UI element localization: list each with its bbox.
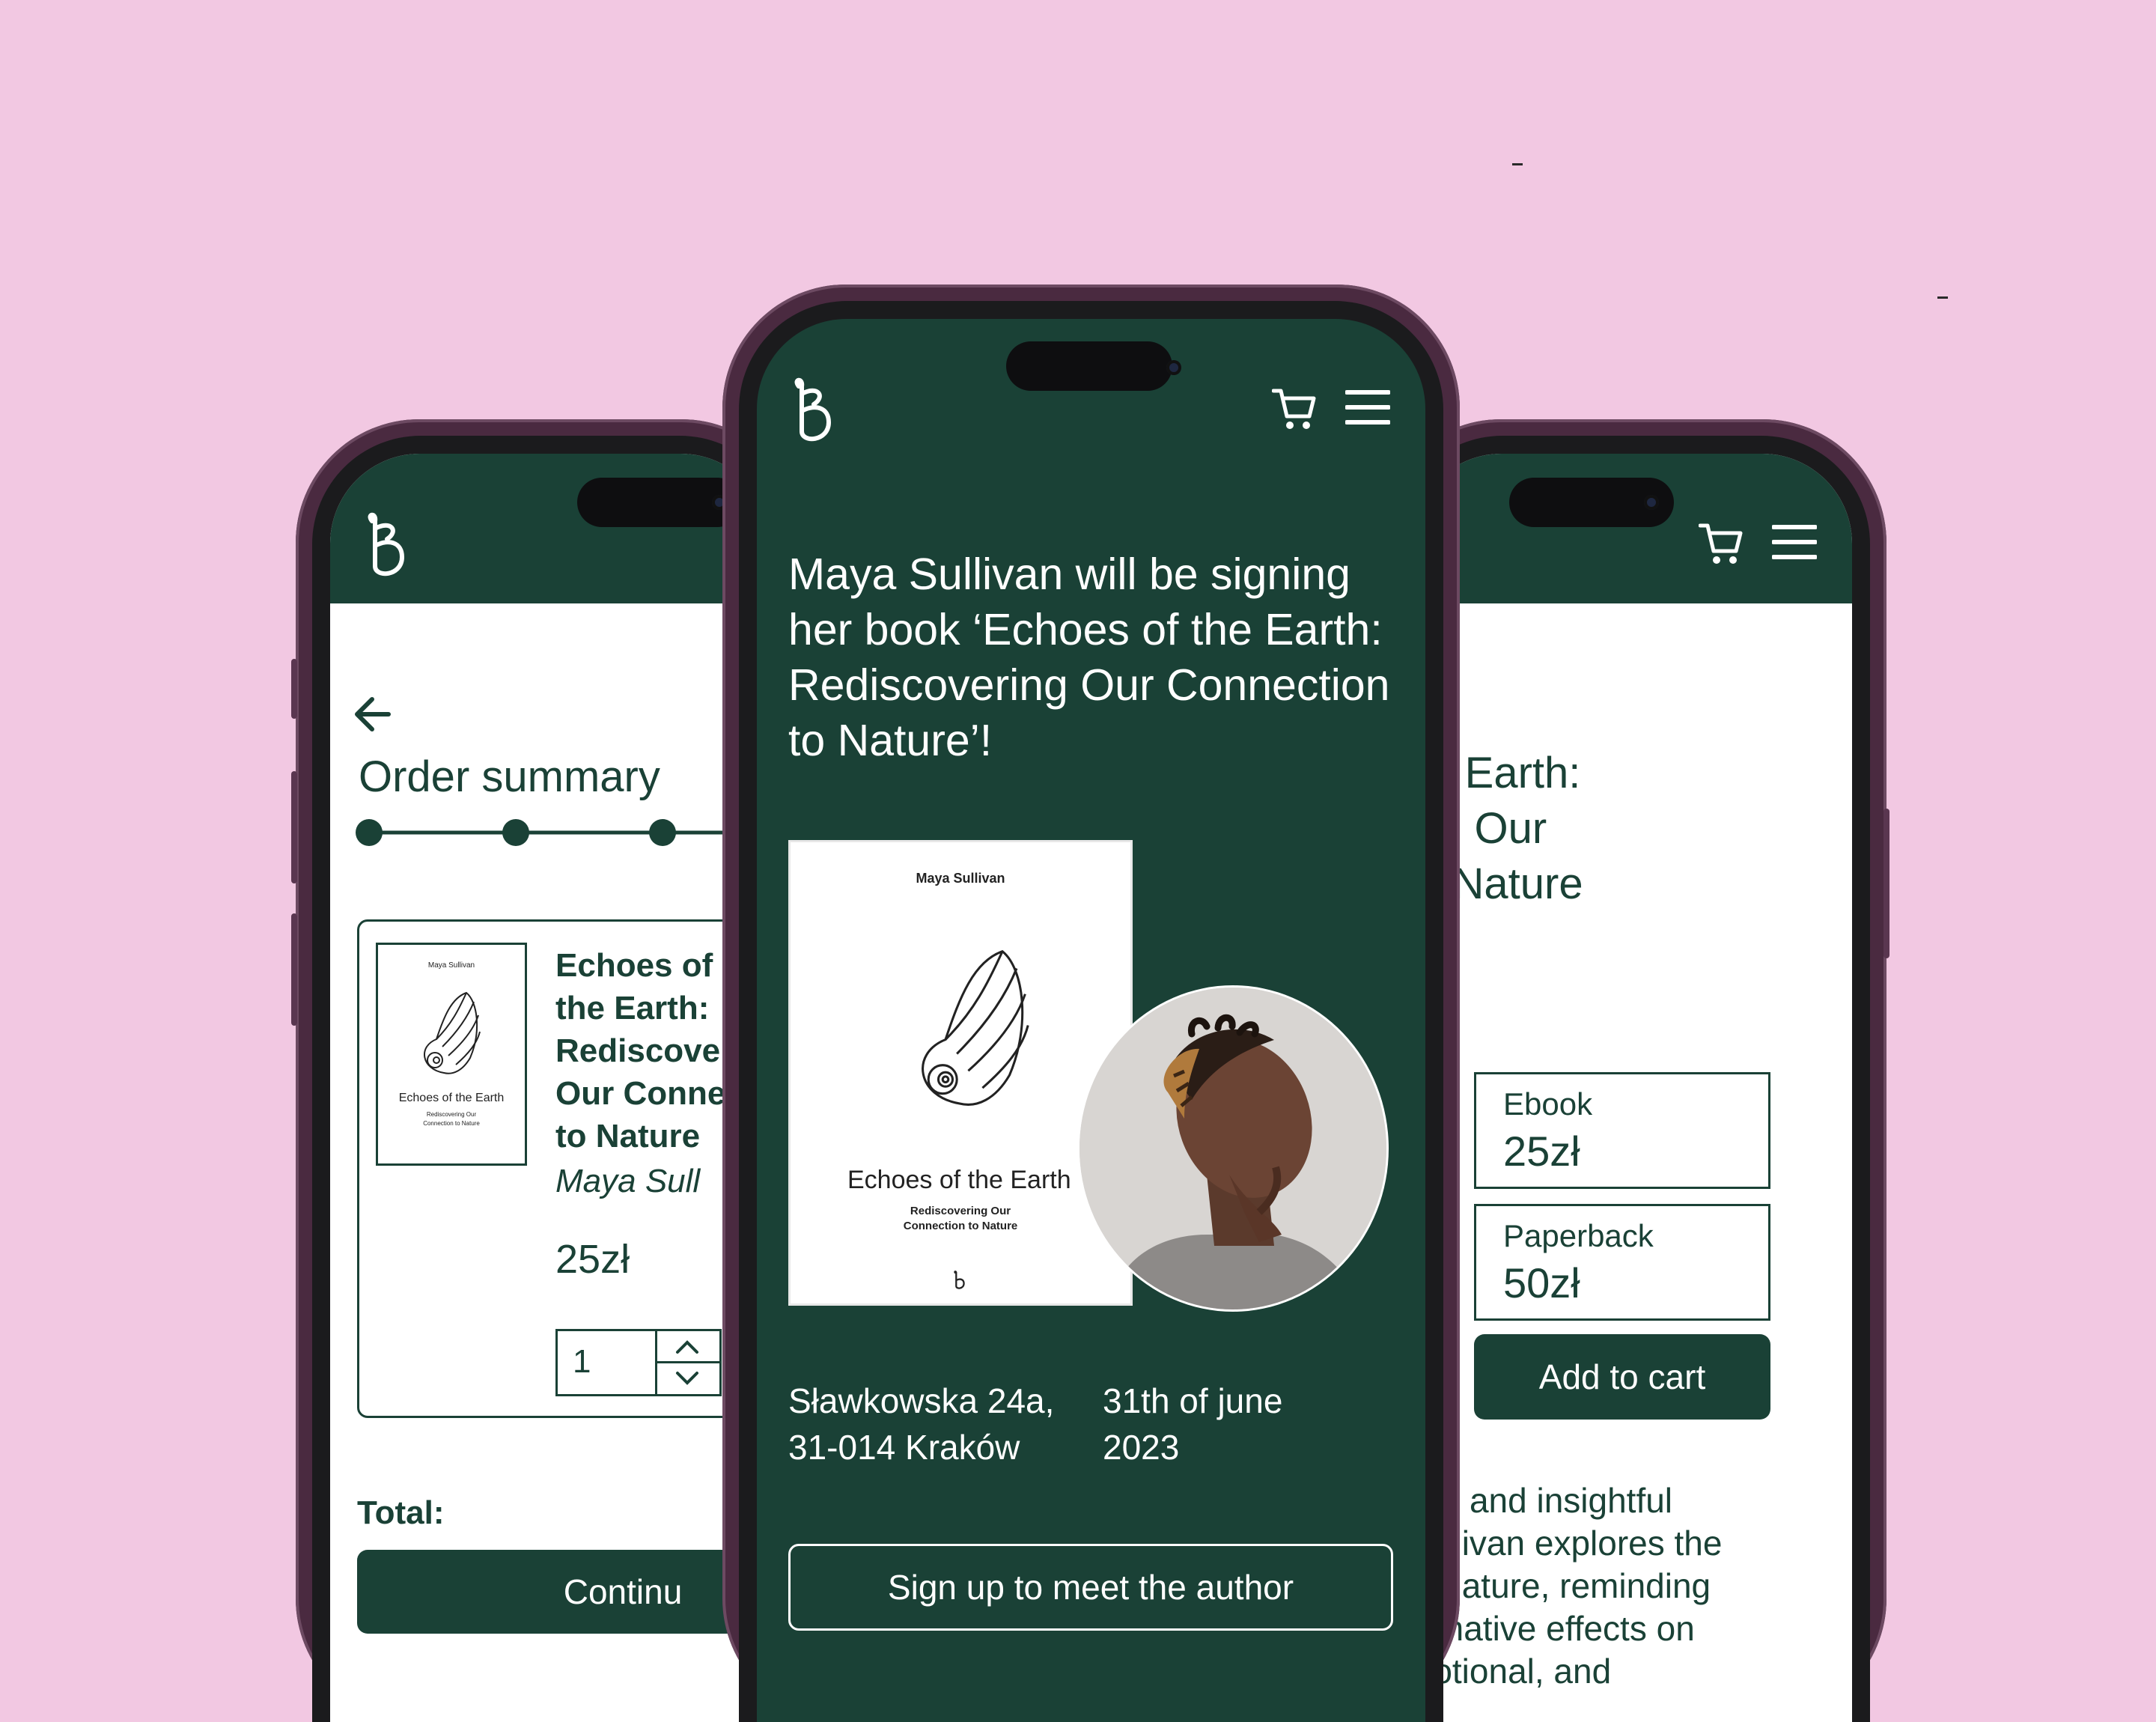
right-screen: he Earth: ing Our to Nature Ebook 25zł P…	[1412, 454, 1852, 1722]
cart-icon[interactable]	[1699, 521, 1744, 566]
logo-icon[interactable]	[359, 512, 411, 579]
step-3-dot	[649, 819, 676, 846]
cart-icon[interactable]	[1272, 386, 1317, 431]
nautilus-icon	[903, 928, 1045, 1137]
total-label: Total:	[357, 1494, 445, 1531]
checkout-stepper	[356, 816, 770, 849]
signup-button[interactable]: Sign up to meet the author	[788, 1544, 1393, 1631]
center-screen: Maya Sullivan will be signing her book ‘…	[757, 319, 1425, 1722]
format-option-paperback[interactable]: Paperback 50zł	[1474, 1204, 1770, 1321]
event-date: 31th of june 2023	[1103, 1381, 1283, 1467]
continue-button[interactable]: Continu	[357, 1550, 770, 1634]
quantity-stepper[interactable]: 1	[555, 1329, 722, 1396]
publisher-logo-icon	[951, 1271, 966, 1290]
center-phone: Maya Sullivan will be signing her book ‘…	[722, 285, 1460, 1722]
event-headline: Maya Sullivan will be signing her book ‘…	[788, 550, 1390, 765]
logo-icon[interactable]	[785, 377, 838, 445]
item-title[interactable]: Echoes of the Earth: Rediscove Our Conne…	[555, 944, 725, 1157]
step-1-dot	[356, 819, 383, 846]
author-avatar	[1077, 985, 1389, 1312]
step-2-dot	[502, 819, 529, 846]
nautilus-icon	[414, 987, 489, 1084]
menu-icon[interactable]	[1345, 388, 1390, 427]
order-item-card: Maya Sullivan Echoes of the Earth Redisc…	[357, 919, 770, 1418]
page-title: Order summary	[359, 752, 660, 801]
format-option-ebook[interactable]: Ebook 25zł	[1474, 1072, 1770, 1189]
chevron-down-icon[interactable]	[674, 1369, 700, 1388]
book-cover-thumb: Maya Sullivan Echoes of the Earth Redisc…	[376, 943, 527, 1166]
arrow-left-icon[interactable]	[351, 693, 393, 735]
item-author: Maya Sull	[555, 1163, 701, 1199]
book-cover: Maya Sullivan Echoes of the Earth Redisc…	[788, 840, 1133, 1306]
left-screen: Order summary Maya Sullivan Echoes of th…	[330, 454, 770, 1722]
add-to-cart-button[interactable]: Add to cart	[1474, 1334, 1770, 1420]
item-price: 25zł	[555, 1237, 630, 1282]
event-address: Sławkowska 24a, 31-014 Kraków	[788, 1381, 1055, 1467]
quantity-value[interactable]: 1	[573, 1343, 591, 1381]
menu-icon[interactable]	[1772, 523, 1817, 562]
chevron-up-icon[interactable]	[674, 1337, 700, 1357]
